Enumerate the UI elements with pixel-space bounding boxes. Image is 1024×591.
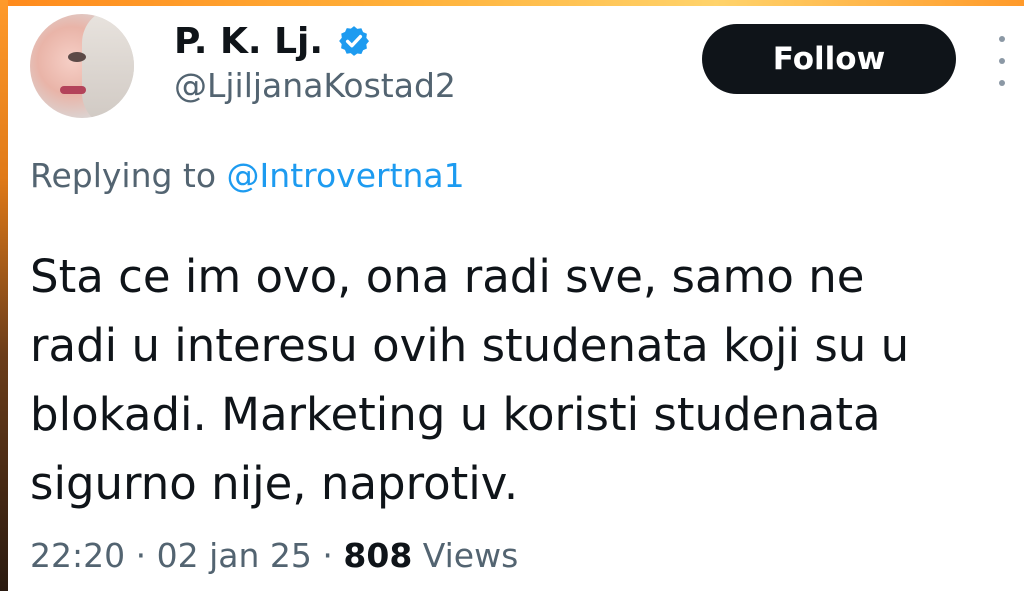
tweet-card: P. K. Lj. @LjiljanaKostad2 Follow Replyi… [8,6,1024,591]
avatar[interactable] [30,14,134,118]
meta-separator: · [322,536,333,575]
avatar-hair [82,14,134,118]
follow-button[interactable]: Follow [702,24,956,94]
reply-handle-link[interactable]: @Introvertna1 [227,156,465,195]
verified-badge-icon [337,24,371,58]
views-label: Views [422,536,519,575]
more-dot [999,36,1005,42]
avatar-eye [68,52,86,62]
tweet-text: Sta ce im ovo, ona radi sve, samo ne rad… [30,250,910,510]
tweet-meta: 22:20 · 02 jan 25 · 808 Views [30,536,518,575]
tweet-time[interactable]: 22:20 [30,536,125,575]
display-name[interactable]: P. K. Lj. [174,21,323,62]
background-edge-left [0,0,8,591]
more-dot [999,58,1005,64]
user-handle[interactable]: @LjiljanaKostad2 [174,66,456,105]
views-count[interactable]: 808 [343,536,412,575]
tweet-date[interactable]: 02 jan 25 [157,536,312,575]
more-vertical-icon[interactable] [992,36,1012,86]
meta-separator: · [135,536,147,575]
replying-to-label: Replying to [30,156,217,195]
avatar-lips [60,86,86,94]
replying-to-line: Replying to @Introvertna1 [30,156,465,195]
name-row: P. K. Lj. [174,16,371,66]
more-dot [999,80,1005,86]
